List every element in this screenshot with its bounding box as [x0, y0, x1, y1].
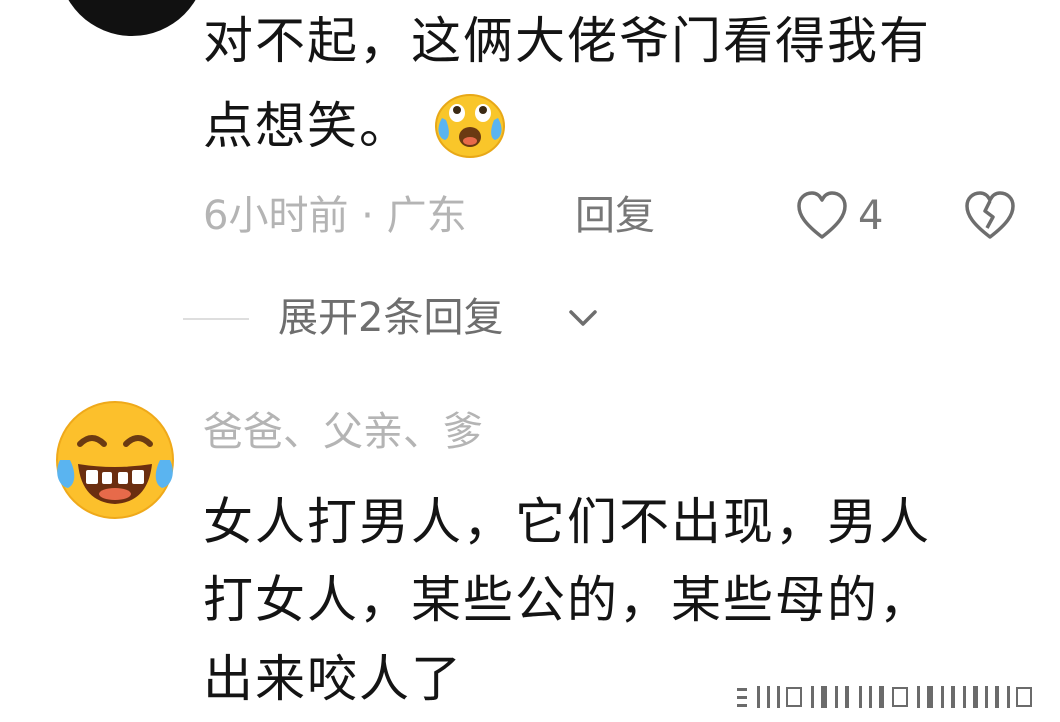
heart-icon[interactable] [795, 190, 849, 242]
divider [183, 318, 249, 320]
comment-text-line: 出来咬人了 [203, 650, 463, 708]
comment-username[interactable]: 爸爸、父亲、爹 [203, 404, 483, 460]
broken-heart-icon[interactable] [963, 190, 1017, 242]
chevron-down-icon [569, 310, 597, 326]
comment-text-line: 点想笑。 [203, 97, 411, 155]
reply-button[interactable]: 回复 [575, 188, 655, 244]
comment-meta-row: 6小时前 · 广东 回复 4 [203, 188, 1023, 244]
cry-laugh-emoji-icon [435, 94, 505, 158]
comment-text-line: 打女人，某些公的，某些母的， [203, 571, 931, 629]
like-count: 4 [858, 193, 884, 239]
comment-text-line: 对不起，这俩大佬爷门看得我有 [203, 12, 931, 70]
comment-timestamp-location: 6小时前 · 广东 [203, 193, 467, 239]
avatar[interactable] [52, 398, 178, 522]
avatar[interactable] [58, 0, 206, 36]
comment-text-line: 女人打男人，它们不出现，男人 [203, 493, 931, 551]
expand-replies[interactable]: 展开2条回复 [183, 288, 783, 348]
watermark [737, 686, 1032, 708]
expand-replies-label: 展开2条回复 [278, 295, 504, 341]
